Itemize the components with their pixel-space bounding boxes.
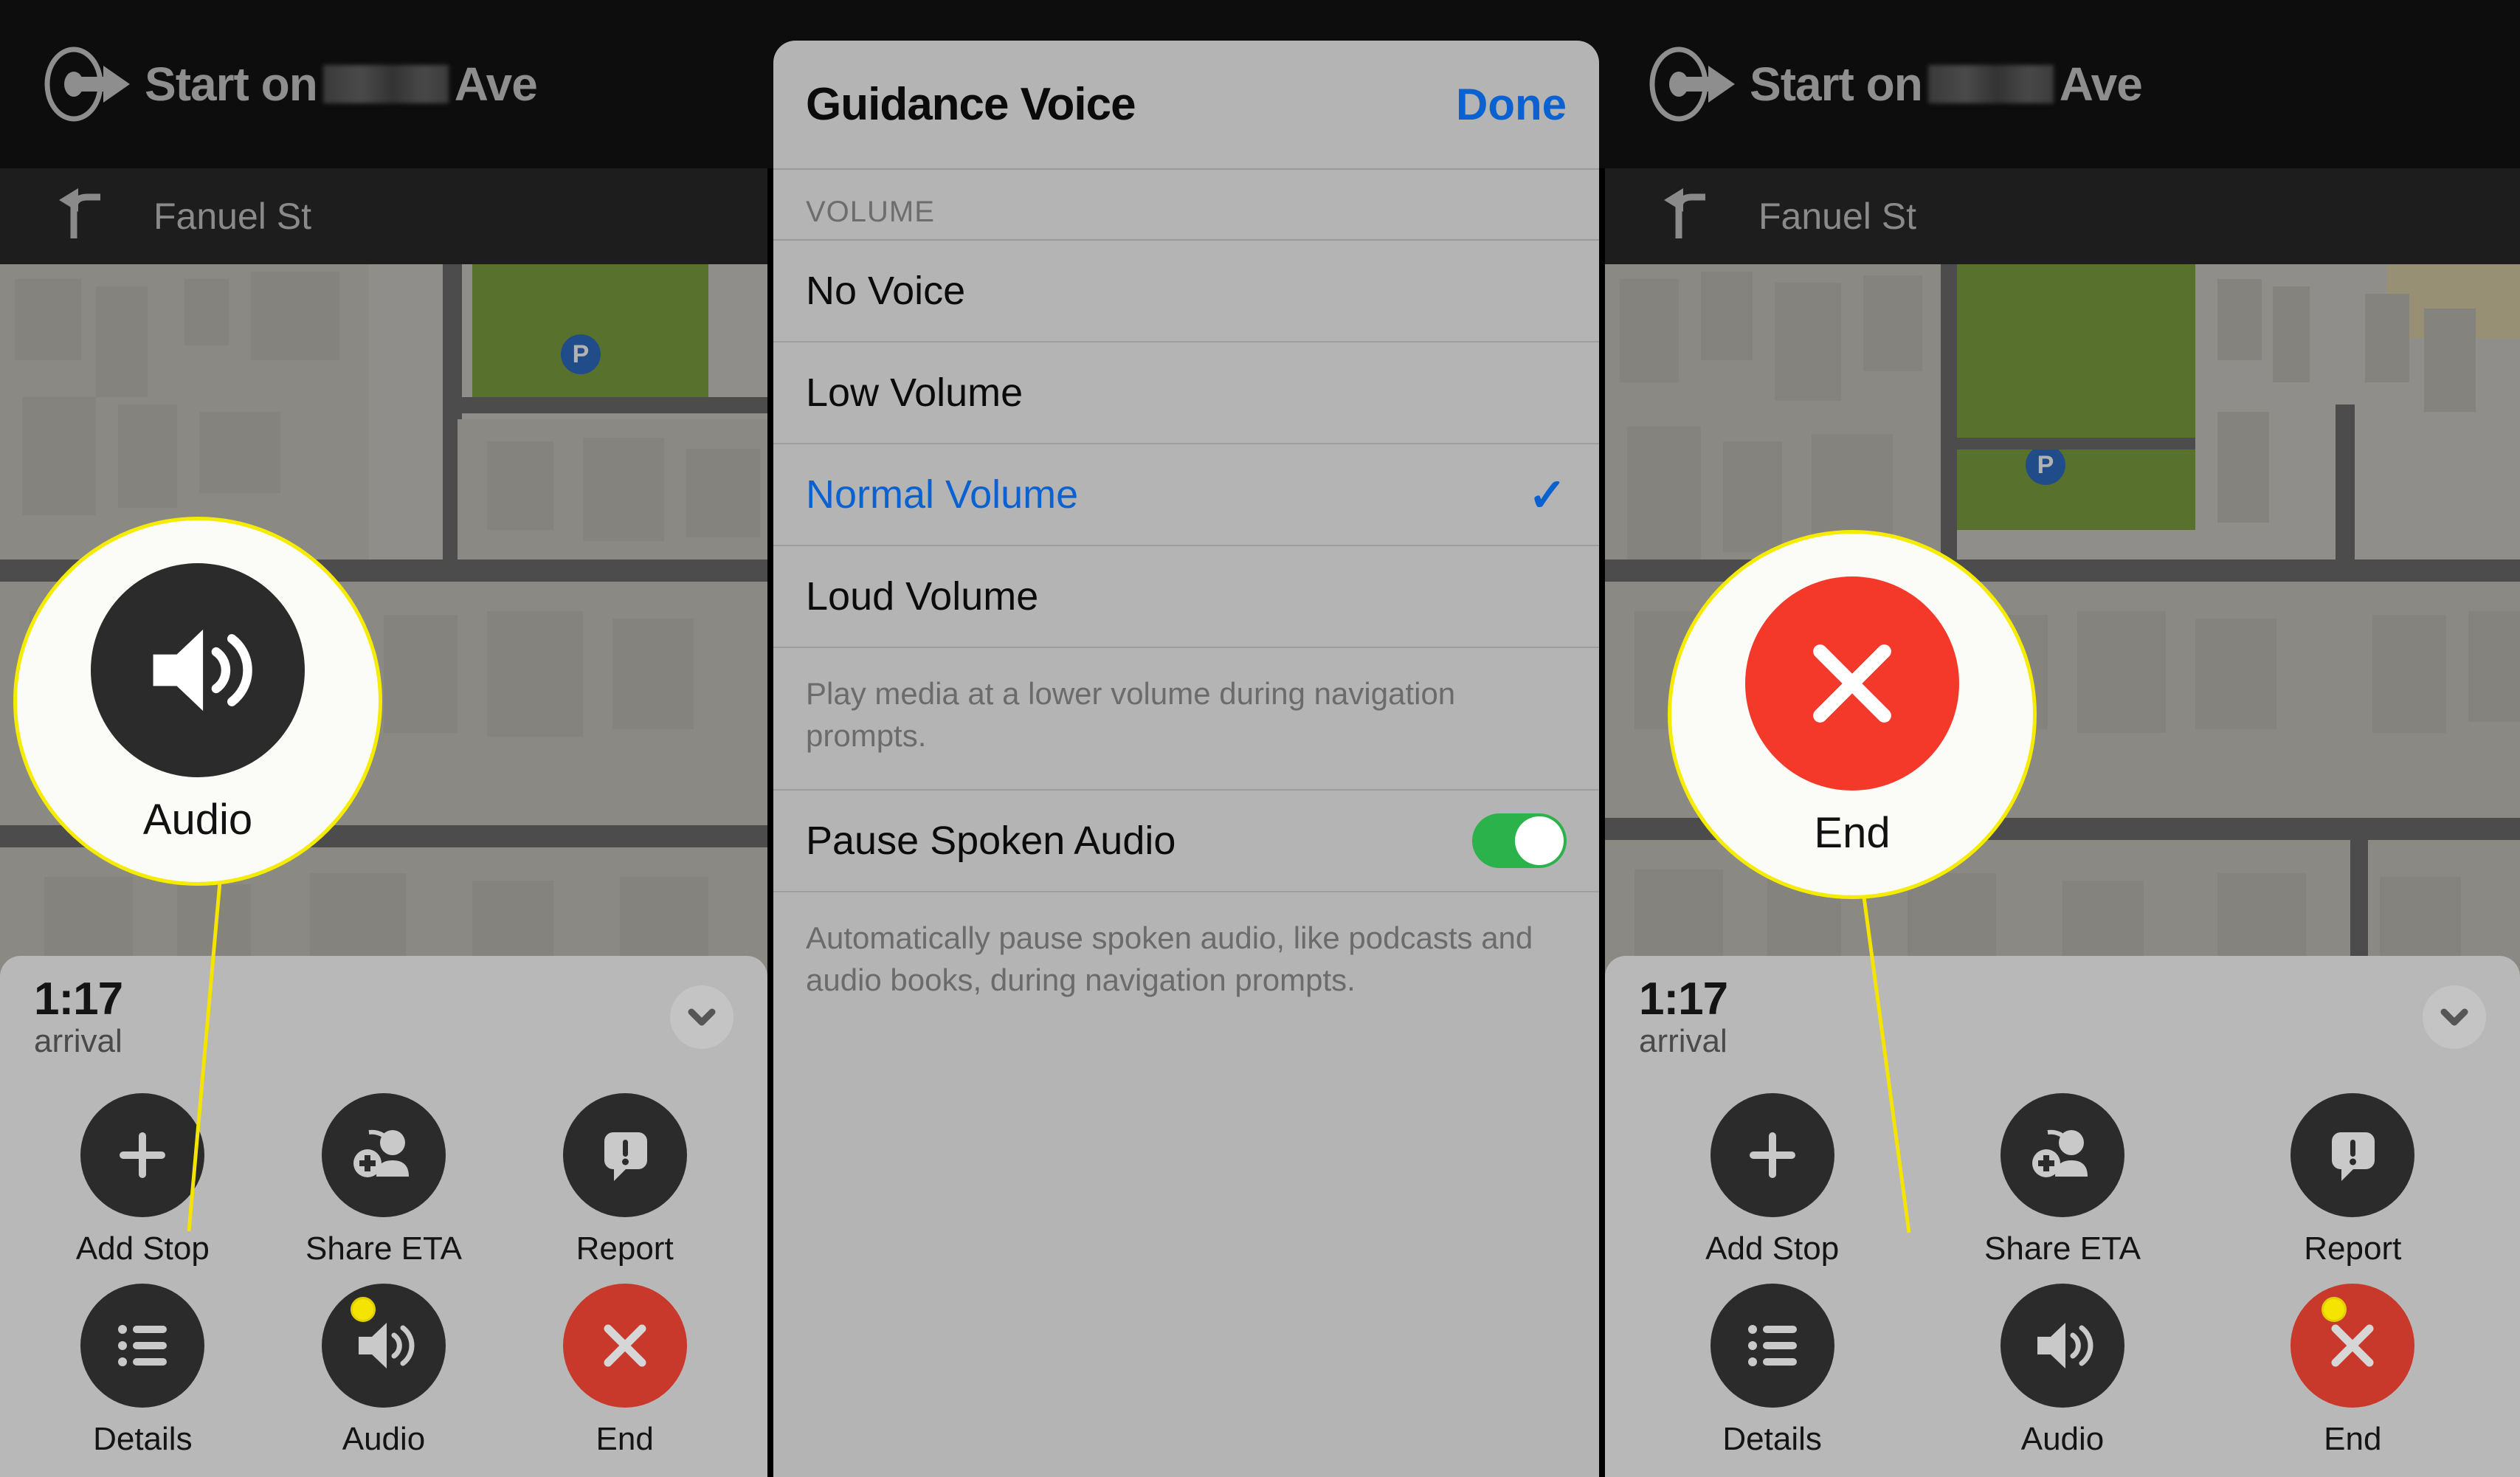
close-x-icon <box>1789 621 1915 746</box>
guidance-voice-modal: Guidance Voice Done VOLUME No Voice Low … <box>773 41 1599 1477</box>
panel-middle-guidance-voice: Guidance Voice Done VOLUME No Voice Low … <box>767 0 1605 1477</box>
option-low-volume[interactable]: Low Volume <box>773 342 1599 444</box>
option-label: Normal Volume <box>806 472 1079 517</box>
modal-header: Guidance Voice Done <box>773 41 1599 170</box>
panel-right-end-step: Start on Ave Fanuel St P 1:17 arrival Ad… <box>1605 0 2520 1477</box>
option-normal-volume[interactable]: Normal Volume ✓ <box>773 444 1599 546</box>
pause-spoken-audio-toggle[interactable] <box>1472 813 1567 869</box>
three-panel-screenshot: Start on Ave Fanuel St P 1:17 arrival Ad… <box>0 0 2520 1477</box>
callout-end-circle <box>1745 576 1959 791</box>
pause-footer-note: Automatically pause spoken audio, like p… <box>806 920 1533 998</box>
volume-footer-note: Play media at a lower volume during navi… <box>773 648 1599 791</box>
option-label: No Voice <box>806 269 966 313</box>
volume-section-header: VOLUME <box>773 170 1599 241</box>
speaker-wave-icon <box>131 611 264 729</box>
option-label: Loud Volume <box>806 574 1039 619</box>
option-no-voice[interactable]: No Voice <box>773 241 1599 342</box>
callout-audio-circle <box>91 563 305 777</box>
panel-left-audio-step: Start on Ave Fanuel St P 1:17 arrival Ad… <box>0 0 767 1477</box>
pause-spoken-audio-row[interactable]: Pause Spoken Audio <box>773 791 1599 893</box>
callout-end-label: End <box>1814 809 1891 857</box>
checkmark-icon: ✓ <box>1528 469 1567 521</box>
option-label: Low Volume <box>806 371 1023 415</box>
callout-end[interactable]: End <box>1668 530 2037 899</box>
toggle-knob <box>1515 816 1564 866</box>
callout-audio[interactable]: Audio <box>13 517 382 886</box>
pause-spoken-audio-label: Pause Spoken Audio <box>806 819 1176 864</box>
done-button[interactable]: Done <box>1456 79 1567 130</box>
option-loud-volume[interactable]: Loud Volume <box>773 546 1599 648</box>
modal-title: Guidance Voice <box>806 79 1136 130</box>
callout-audio-label: Audio <box>142 796 253 844</box>
